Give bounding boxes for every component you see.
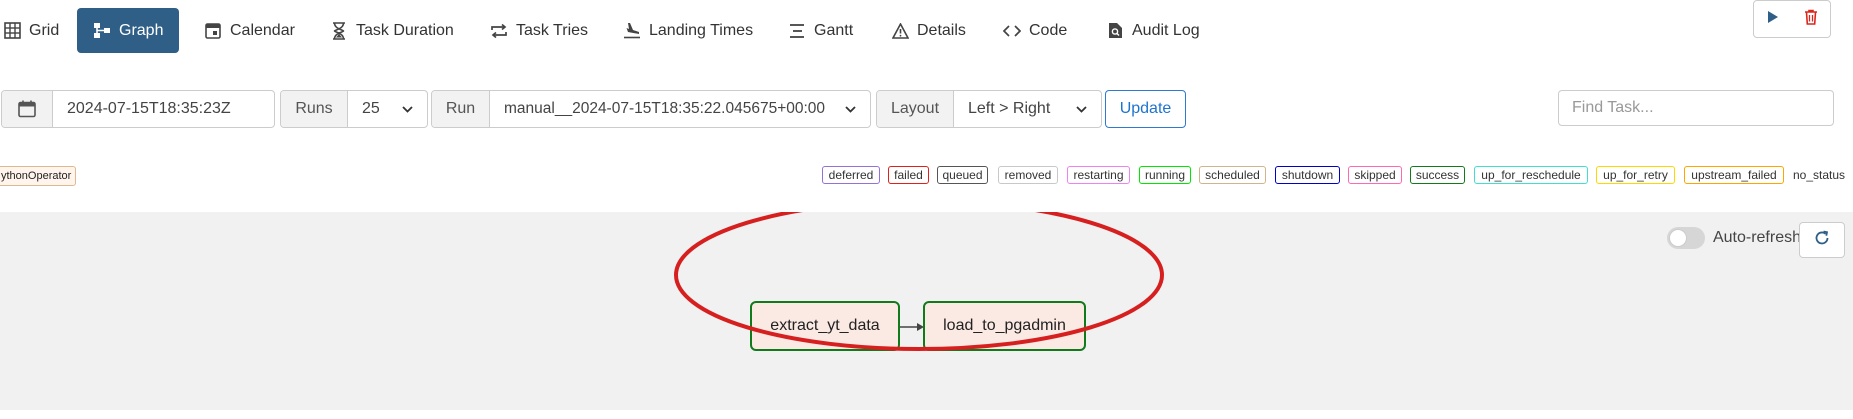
gantt-icon [788, 22, 806, 40]
trigger-dag-button[interactable] [1753, 0, 1793, 38]
chevron-down-icon [845, 100, 856, 118]
tab-label: Task Duration [356, 21, 454, 39]
run-select-group: Run manual__2024-07-15T18:35:22.045675+0… [431, 90, 871, 128]
calendar-icon [204, 22, 222, 40]
legend-state[interactable]: skipped [1348, 166, 1402, 184]
red-ellipse-annotation [674, 212, 1164, 351]
legend-state[interactable]: shutdown [1275, 166, 1340, 184]
tab-grid[interactable]: Grid [3, 8, 59, 53]
legend-state[interactable]: upstream_failed [1684, 166, 1784, 184]
tab-label: Task Tries [516, 21, 589, 39]
find-task-placeholder: Find Task... [1572, 99, 1654, 116]
code-icon [1003, 22, 1021, 40]
graph-controls: 2024-07-15T18:35:23Z Runs 25 Run manual_… [0, 90, 1853, 128]
warning-triangle-icon [891, 22, 909, 40]
layout-select-group: Layout Left > Right [876, 90, 1102, 128]
legend-state[interactable]: restarting [1067, 166, 1130, 184]
tab-gantt[interactable]: Gantt [788, 8, 853, 53]
legend-state[interactable]: queued [937, 166, 988, 184]
graph-canvas[interactable]: Auto-refresh extract_yt_data load_to_pga… [0, 212, 1853, 410]
legend-state[interactable]: scheduled [1199, 166, 1266, 184]
tab-landing-times[interactable]: Landing Times [623, 8, 753, 53]
runs-select-group: Runs 25 [280, 90, 428, 128]
run-label: Run [432, 91, 490, 127]
update-button[interactable]: Update [1105, 90, 1186, 128]
tab-label: Gantt [814, 21, 854, 39]
chevron-down-icon [402, 100, 413, 118]
tab-label: Graph [119, 21, 164, 39]
tab-label: Grid [29, 21, 60, 39]
tab-label: Code [1029, 21, 1068, 39]
legend-state[interactable]: up_for_retry [1596, 166, 1675, 184]
legend-state[interactable]: success [1410, 166, 1465, 184]
layout-select[interactable]: Left > Right [954, 91, 1101, 127]
legend-state[interactable]: running [1139, 166, 1191, 184]
operator-badge: ythonOperator [0, 166, 77, 186]
base-date-picker[interactable]: 2024-07-15T18:35:23Z [1, 90, 275, 128]
file-search-icon [1106, 22, 1124, 40]
tab-calendar[interactable]: Calendar [204, 8, 295, 53]
repeat-icon [490, 22, 508, 40]
graph-icon [93, 22, 111, 40]
base-date-input[interactable]: 2024-07-15T18:35:23Z [53, 91, 274, 127]
dag-view-tabs: Grid Graph Calendar Task Duration Task T… [0, 0, 1853, 56]
chevron-down-icon [1076, 100, 1087, 118]
legend-state[interactable]: removed [998, 166, 1058, 184]
legend-state[interactable]: failed [888, 166, 929, 184]
find-task-input[interactable]: Find Task... [1558, 90, 1834, 126]
tab-label: Landing Times [649, 21, 754, 39]
runs-select[interactable]: 25 [348, 91, 427, 127]
tab-label: Calendar [230, 21, 295, 39]
hourglass-icon [330, 21, 348, 40]
tab-code[interactable]: Code [1003, 8, 1067, 53]
legend-state[interactable]: up_for_reschedule [1474, 166, 1588, 184]
trash-icon [1804, 9, 1818, 30]
legend-no-status[interactable]: no_status [1793, 166, 1845, 184]
tab-label: Audit Log [1132, 21, 1200, 39]
grid-icon [3, 22, 21, 40]
run-select[interactable]: manual__2024-07-15T18:35:22.045675+00:00 [490, 91, 870, 127]
plane-landing-icon [623, 22, 641, 40]
runs-label: Runs [281, 91, 348, 127]
state-legend: ythonOperator deferred failed queued rem… [0, 146, 1853, 212]
calendar-icon[interactable] [2, 91, 53, 127]
tab-audit-log[interactable]: Audit Log [1106, 8, 1200, 53]
play-icon [1767, 10, 1779, 29]
delete-dag-button[interactable] [1792, 0, 1831, 38]
tab-task-tries[interactable]: Task Tries [490, 8, 588, 53]
tab-details[interactable]: Details [891, 8, 966, 53]
tab-label: Details [917, 21, 966, 39]
annotation-ellipse [674, 212, 1164, 351]
tab-task-duration[interactable]: Task Duration [330, 8, 454, 53]
legend-state[interactable]: deferred [822, 166, 880, 184]
tab-graph[interactable]: Graph [77, 8, 180, 53]
layout-label: Layout [877, 91, 954, 127]
